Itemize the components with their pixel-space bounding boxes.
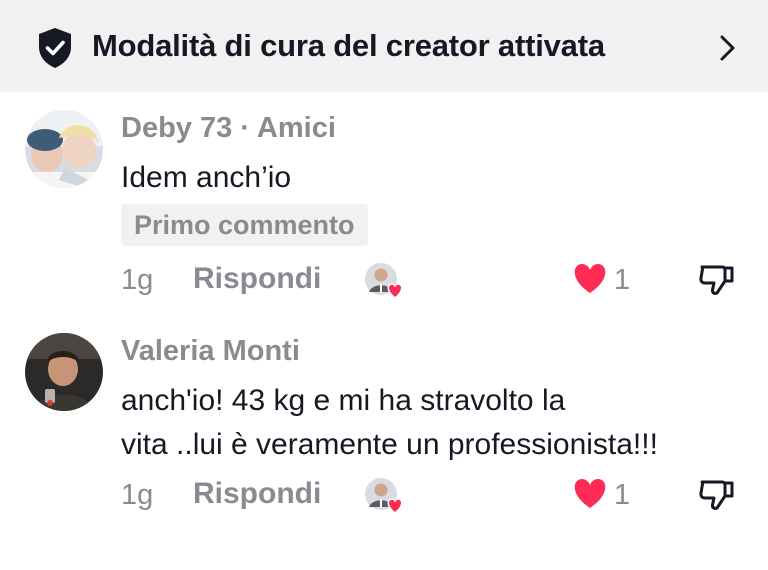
- shield-check-icon: [39, 28, 71, 68]
- reply-button[interactable]: Rispondi: [193, 262, 321, 296]
- comment-time: 1g: [121, 479, 154, 511]
- commenter-name[interactable]: Deby 73 · Amici: [121, 112, 336, 145]
- banner-title: Modalità di cura del creator attivata: [92, 28, 605, 63]
- comment-text-line: vita ..lui è veramente un professionista…: [121, 428, 658, 461]
- heart-icon[interactable]: [572, 477, 608, 509]
- like-count: 1: [614, 264, 631, 296]
- chevron-right-icon[interactable]: [716, 33, 738, 63]
- commenter-name[interactable]: Valeria Monti: [121, 335, 300, 368]
- avatar[interactable]: [25, 333, 103, 411]
- thumbs-down-icon[interactable]: [698, 262, 736, 296]
- comment-text-line: anch'io! 43 kg e mi ha stravolto la: [121, 384, 566, 417]
- heart-icon[interactable]: [572, 262, 608, 294]
- creator-care-banner[interactable]: Modalità di cura del creator attivata: [0, 0, 768, 92]
- comment-time: 1g: [121, 264, 154, 296]
- like-count: 1: [614, 479, 631, 511]
- first-comment-badge: Primo commento: [121, 204, 368, 246]
- creator-liked-avatar-icon: [365, 263, 403, 298]
- thumbs-down-icon[interactable]: [698, 477, 736, 511]
- creator-liked-avatar-icon: [365, 478, 403, 513]
- reply-button[interactable]: Rispondi: [193, 477, 321, 511]
- comment-text: Idem anch’io: [121, 161, 292, 194]
- avatar[interactable]: [25, 110, 103, 188]
